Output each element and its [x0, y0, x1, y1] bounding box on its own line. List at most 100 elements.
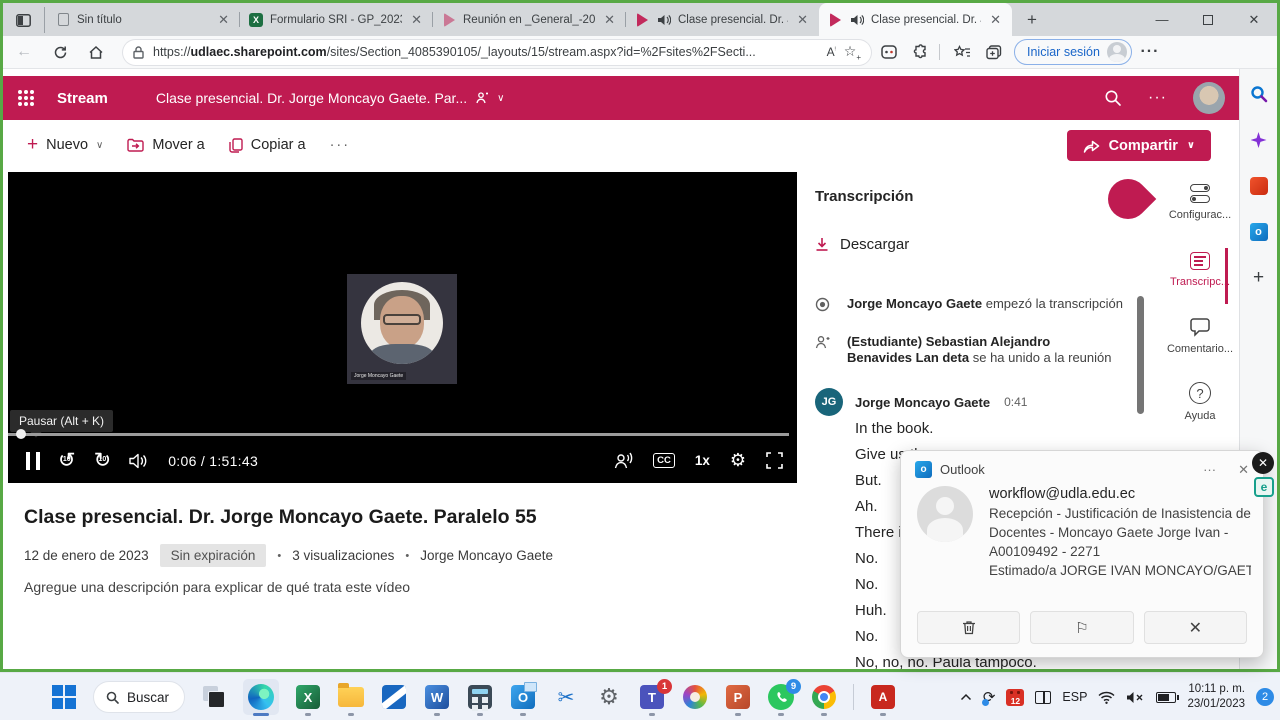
captions-button[interactable]: CC [653, 453, 675, 468]
excel-taskbar-button[interactable]: X [294, 677, 322, 717]
new-button[interactable]: + Nuevo ∨ [27, 134, 103, 156]
tab-clase-presencial-1[interactable]: Clase presencial. Dr. J ✕ [626, 3, 819, 36]
read-aloud-icon[interactable]: Aᵎ [827, 45, 836, 59]
volume-icon[interactable] [129, 453, 148, 469]
expiration-badge[interactable]: Sin expiración [159, 544, 267, 567]
notification-count-badge[interactable]: 2 [1256, 688, 1274, 706]
start-button[interactable] [50, 677, 78, 717]
command-bar-more-icon[interactable]: ··· [330, 137, 351, 153]
address-bar[interactable]: https://udlaec.sharepoint.com/sites/Sect… [123, 39, 871, 65]
wifi-icon[interactable] [1098, 691, 1115, 704]
outlook-taskbar-button[interactable]: O [509, 677, 537, 717]
tab-close-icon[interactable]: ✕ [601, 12, 618, 28]
video-owner[interactable]: Jorge Moncayo Gaete [420, 548, 553, 563]
browser-menu-icon[interactable]: ··· [1136, 39, 1164, 65]
title-chevron-icon[interactable]: ∨ [497, 93, 504, 104]
calculator-button[interactable] [466, 677, 494, 717]
seek-bar[interactable] [8, 429, 789, 439]
language-indicator[interactable]: ESP [1062, 690, 1087, 704]
playback-speed-button[interactable]: 1x [695, 453, 710, 468]
browser-essentials-icon[interactable] [875, 39, 903, 65]
close-window-button[interactable]: ✕ [1231, 3, 1277, 36]
copy-to-button[interactable]: Copiar a [229, 137, 306, 153]
task-view-button[interactable] [200, 677, 228, 717]
virtual-desktop-icon[interactable] [1035, 690, 1052, 704]
notification-close-icon[interactable]: ✕ [1238, 462, 1249, 478]
taskbar-search[interactable]: Buscar [93, 681, 185, 713]
tab-close-icon[interactable]: ✕ [987, 12, 1004, 28]
sidebar-search-icon[interactable] [1248, 83, 1270, 105]
document-title[interactable]: Clase presencial. Dr. Jorge Moncayo Gaet… [156, 90, 467, 106]
collections-icon[interactable] [980, 39, 1008, 65]
shared-people-icon[interactable] [475, 92, 491, 104]
sync-tray-icon[interactable]: ⟳ [981, 688, 995, 706]
tab-close-icon[interactable]: ✕ [794, 12, 811, 28]
home-icon[interactable] [81, 39, 111, 65]
share-button[interactable]: Compartir ∨ [1066, 130, 1211, 161]
maximize-button[interactable] [1185, 3, 1231, 36]
rail-settings-button[interactable]: Configurac... [1161, 184, 1239, 221]
volume-muted-icon[interactable] [1126, 691, 1145, 704]
refresh-icon[interactable] [45, 39, 75, 65]
tab-actions-menu-icon[interactable] [11, 7, 45, 33]
paint-button[interactable] [681, 677, 709, 717]
snip-sketch-button[interactable]: ✂ [552, 677, 580, 717]
fullscreen-icon[interactable] [766, 452, 783, 469]
calendar-tray-icon[interactable]: 12 [1006, 688, 1025, 706]
message-timestamp[interactable]: 0:41 [1004, 395, 1027, 409]
notification-body[interactable]: workflow@udla.edu.ec Recepción - Justifi… [901, 482, 1263, 580]
sidebar-outlook-icon[interactable]: o [1248, 221, 1270, 243]
minimize-button[interactable]: — [1139, 3, 1185, 36]
new-tab-button[interactable]: + [1018, 6, 1046, 34]
powerpoint-taskbar-button[interactable]: P [724, 677, 752, 717]
tab-formulario-sri[interactable]: X Formulario SRI - GP_2023 ✕ [240, 3, 433, 36]
edge-taskbar-button[interactable] [243, 677, 279, 717]
sidebar-office-icon[interactable] [1248, 175, 1270, 197]
add-favorite-icon[interactable]: ☆+ [844, 43, 861, 62]
word-taskbar-button[interactable]: W [423, 677, 451, 717]
forward-10-button[interactable]: ↻ 10 [94, 450, 112, 471]
back-icon[interactable]: ← [9, 39, 39, 65]
flag-button[interactable]: ⚐ [1030, 611, 1134, 644]
tray-chevron-icon[interactable] [960, 693, 972, 701]
delete-button[interactable] [917, 611, 1021, 644]
account-avatar[interactable] [1193, 82, 1225, 114]
transcript-line[interactable]: In the book. [855, 416, 1037, 442]
tab-clase-presencial-2-active[interactable]: Clase presencial. Dr. J ✕ [819, 3, 1012, 36]
tab-audio-icon[interactable] [656, 12, 672, 28]
extensions-icon[interactable] [907, 39, 935, 65]
tab-close-icon[interactable]: ✕ [408, 12, 425, 28]
app-launcher-icon[interactable] [18, 90, 34, 106]
sidebar-add-icon[interactable]: + [1248, 267, 1270, 289]
player-settings-icon[interactable]: ⚙ [730, 450, 746, 471]
tab-audio-icon[interactable] [849, 12, 865, 28]
outlook-notification[interactable]: o Outlook ··· ✕ workflow@udla.edu.ec Rec… [900, 450, 1264, 658]
move-to-button[interactable]: Mover a [127, 137, 205, 153]
audio-description-icon[interactable] [613, 452, 633, 469]
rail-comments-button[interactable]: Comentario... [1161, 318, 1239, 355]
transcript-scrollbar[interactable] [1137, 296, 1144, 414]
dismiss-button[interactable]: ✕ [1143, 611, 1247, 644]
app-name[interactable]: Stream [57, 90, 108, 107]
tab-sin-titulo[interactable]: Sin título ✕ [47, 3, 240, 36]
sidebar-copilot-icon[interactable] [1248, 129, 1270, 151]
e-widget-icon[interactable]: e [1254, 477, 1274, 497]
rewind-10-button[interactable]: ↺ 10 [58, 450, 76, 471]
notification-more-icon[interactable]: ··· [1203, 462, 1216, 477]
search-icon[interactable] [1104, 89, 1122, 107]
tab-reunion-general[interactable]: Reunión en _General_-202 ✕ [433, 3, 626, 36]
video-description[interactable]: Agregue una descripción para explicar de… [24, 579, 410, 595]
chrome-taskbar-button[interactable] [810, 677, 838, 717]
settings-button[interactable]: ⚙ [595, 677, 623, 717]
url-text[interactable]: https://udlaec.sharepoint.com/sites/Sect… [153, 45, 819, 59]
clock[interactable]: 10:11 p. m. 23/01/2023 [1187, 682, 1245, 712]
battery-icon[interactable] [1156, 691, 1180, 703]
download-transcript-button[interactable]: Descargar [815, 236, 909, 253]
snipping-tool-button[interactable] [380, 677, 408, 717]
acrobat-taskbar-button[interactable]: A [869, 677, 897, 717]
whatsapp-taskbar-button[interactable]: 9 [767, 677, 801, 717]
file-explorer-button[interactable] [337, 677, 365, 717]
stop-sharing-icon[interactable]: ✕ [1252, 452, 1274, 474]
favorites-bar-icon[interactable] [948, 39, 976, 65]
pause-button[interactable] [26, 451, 40, 470]
